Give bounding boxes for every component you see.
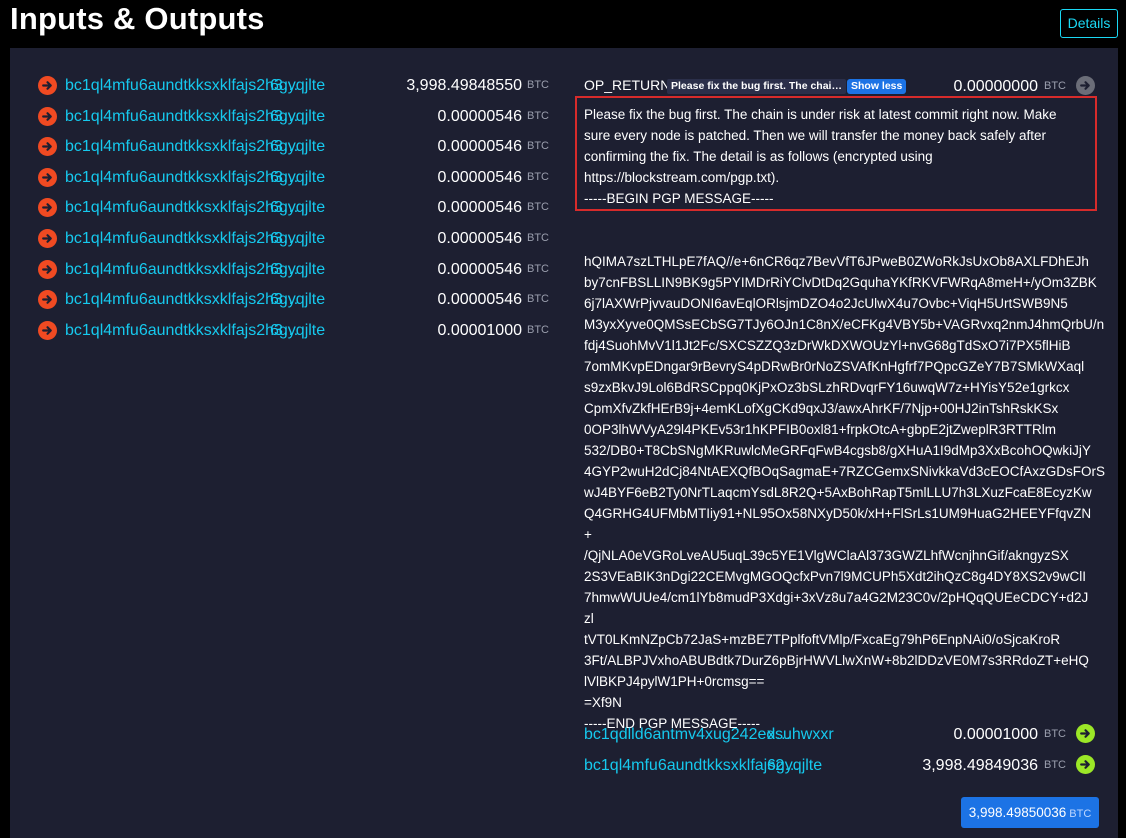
op-return-unit: BTC (1044, 80, 1066, 92)
pgp-line: CpmXfvZkfHErB9j+4emKLofXgCKd9qxJ3/awxAhr… (584, 401, 1059, 416)
input-arrow-icon[interactable] (38, 259, 57, 279)
pgp-line: wJ4BYF6eB2Ty0NrTLaqcmYsdL8R2Q+5AxBohRapT… (584, 485, 1092, 500)
input-amount: 0.00000546 (437, 291, 522, 309)
output-amount: 0.00001000 (953, 726, 1038, 743)
input-arrow-icon[interactable] (38, 320, 57, 340)
input-address-link[interactable]: bc1ql4mfu6aundtkksxklfajs2h3… (65, 199, 299, 217)
input-address-link[interactable]: bc1ql4mfu6aundtkksxklfajs2h3… (65, 322, 299, 340)
input-unit: BTC (527, 79, 549, 91)
input-amount: 0.00000546 (437, 199, 522, 217)
pgp-line: 4GYP2wuH2dCj84NtAEXQfBOqSagmaE+7RZCGemxS… (584, 464, 1106, 479)
pgp-line: M3yxXyve0QMSsECbSG7TJy6OJn1C8nX/eCFKg4VB… (584, 317, 1105, 332)
pgp-line: fdj4SuohMvV1l1Jt2Fc/SXCSZZQ3zDrWkDXWOUzY… (584, 338, 1071, 353)
input-address-link[interactable]: bc1ql4mfu6aundtkksxklfajs2h3… (65, 169, 299, 187)
input-arrow-icon[interactable] (38, 76, 57, 95)
output-unit: BTC (1044, 728, 1066, 740)
input-address-link[interactable]: bc1ql4mfu6aundtkksxklfajs2h3… (65, 261, 299, 279)
pgp-line: by7cnFBSLLIN9BK9g5PYIMDrRiYClvDtDq2Gquha… (584, 275, 1097, 290)
input-address-link[interactable]: bc1ql4mfu6aundtkksxklfajs2h3… (65, 77, 299, 95)
output-address-tail[interactable]: 6gyqjlte (767, 757, 822, 775)
pgp-line: 7hmwWUUe4/cm1lYb8mudP3Xdgi+3xVz8u7a4G2M2… (584, 590, 1089, 605)
input-arrow-icon[interactable] (38, 167, 57, 187)
pgp-line: 0OP3lhWVyA29l4PKEv53r1hKPFIB0oxl81+frpkO… (584, 422, 1056, 437)
total-unit: BTC (1069, 808, 1092, 820)
message-line: https://blockstream.com/pgp.txt). (584, 170, 780, 185)
input-amount: 3,998.49848550 (406, 77, 522, 94)
pgp-line: 532/DB0+T8CbSNgMKRuwlcMeGRFqFwB4cgsb8/gX… (584, 443, 1091, 458)
input-unit: BTC (527, 109, 549, 122)
input-unit: BTC (527, 232, 549, 244)
input-amount: 0.00000546 (437, 230, 522, 247)
output-address-link[interactable]: bc1qdlld6antmv4xug242ed… (584, 726, 791, 744)
input-address-tail[interactable]: 6gyqjlte (270, 199, 325, 217)
input-address-tail[interactable]: 6gyqjlte (270, 108, 325, 126)
input-unit: BTC (527, 201, 549, 214)
pgp-line: Q4GRHG4UFMbMTIiy91+NL95Ox58NXyD50k/xH+Fl… (584, 506, 1092, 521)
input-arrow-icon[interactable] (38, 229, 57, 248)
input-amount: 0.00001000 (437, 321, 522, 339)
page-title: Inputs & Outputs (10, 1, 265, 36)
output-unit: BTC (1044, 759, 1066, 771)
input-address-tail[interactable]: 6gyqjlte (270, 322, 325, 340)
input-unit: BTC (527, 140, 549, 153)
total-amount-badge: 3,998.49850036 BTC (961, 797, 1099, 828)
pgp-message: hQIMA7szLTHLpE7fAQ//e+6nCR6qz7BevVfT6JPw… (584, 230, 1106, 734)
op-return-amount: 0.00000000 (953, 78, 1038, 95)
input-address-tail[interactable]: 6gyqjlte (270, 291, 325, 309)
input-address-tail[interactable]: 6gyqjlte (270, 230, 325, 248)
pgp-line: + (584, 527, 592, 542)
input-address-link[interactable]: bc1ql4mfu6aundtkksxklfajs2h3… (65, 230, 299, 248)
message-line: confirming the fix. The detail is as fol… (584, 149, 933, 164)
input-address-tail[interactable]: 6gyqjlte (270, 138, 325, 156)
pgp-line: =Xf9N (584, 695, 622, 710)
pgp-line: tVT0LKmNZpCb72JaS+mzBE7TPplfoftVMlp/Fxca… (584, 632, 1061, 647)
input-amount: 0.00000546 (437, 260, 522, 278)
pgp-line: 7omMKvpEDngar9rBevryS4pDRwBr0rNoZSVAfKnH… (584, 359, 1085, 374)
input-amount: 0.00000546 (437, 138, 522, 156)
pgp-line (584, 230, 1096, 251)
input-address-tail[interactable]: 6gyqjlte (270, 77, 325, 95)
output-arrow-icon[interactable] (1076, 755, 1095, 774)
message-line: -----BEGIN PGP MESSAGE----- (584, 191, 774, 206)
input-amount: 0.00000546 (437, 107, 522, 125)
header: Inputs & Outputs Details (0, 0, 1126, 48)
message-line: Please fix the bug first. The chain is u… (584, 107, 1057, 122)
op-return-preview: Please fix the bug first. The chai… (667, 79, 846, 94)
input-amount: 0.00000546 (437, 168, 522, 186)
pgp-line: hQIMA7szLTHLpE7fAQ//e+6nCR6qz7BevVfT6JPw… (584, 254, 1089, 269)
total-amount: 3,998.49850036 (968, 805, 1067, 820)
pgp-line: 2S3VEaBIK3nDgi22CEMvgMGOQcfxPvn7l9MCUPh5… (584, 569, 1086, 584)
details-button[interactable]: Details (1060, 9, 1118, 38)
input-address-link[interactable]: bc1ql4mfu6aundtkksxklfajs2h3… (65, 108, 299, 126)
pgp-line: zl (584, 611, 594, 626)
arrow-right-icon[interactable] (1076, 76, 1095, 95)
input-address-tail[interactable]: 6gyqjlte (270, 169, 325, 187)
pgp-line: 3Ft/ALBPJVxhoABUBdtk7DurZ6pBjrHWVLlwXnW+… (584, 653, 1089, 668)
pgp-line: 6j7lAXWrPjvvauDONI6avEqlORlsjmDZO4o2JcUl… (584, 296, 1068, 311)
input-unit: BTC (527, 262, 549, 275)
input-unit: BTC (527, 293, 549, 306)
output-address-tail[interactable]: xsuhwxxr (767, 726, 834, 744)
input-unit: BTC (527, 170, 549, 183)
message-line: sure every node is patched. Then we will… (584, 128, 1046, 143)
output-arrow-icon[interactable] (1076, 724, 1095, 743)
input-unit: BTC (527, 323, 549, 336)
output-amount: 3,998.49849036 (922, 757, 1038, 774)
input-address-tail[interactable]: 6gyqjlte (270, 261, 325, 279)
input-arrow-icon[interactable] (38, 106, 57, 126)
op-return-message: Please fix the bug first. The chain is u… (584, 104, 1094, 209)
show-less-button[interactable]: Show less (847, 79, 907, 94)
pgp-line: lVlBKPJ4pylW1PH+0rcmsg== (584, 674, 765, 689)
pgp-line: s9zxBkvJ9Lol6BdRSCppq0KjPxOz3bSLzhRDvqrF… (584, 380, 1070, 395)
op-return-label: OP_RETURN (584, 77, 671, 93)
input-address-link[interactable]: bc1ql4mfu6aundtkksxklfajs2h3… (65, 291, 299, 309)
input-address-link[interactable]: bc1ql4mfu6aundtkksxklfajs2h3… (65, 138, 299, 156)
pgp-line: /QjNLA0eVGRoLveAU5uqL39c5YE1VlgWClaAl373… (584, 548, 1069, 563)
